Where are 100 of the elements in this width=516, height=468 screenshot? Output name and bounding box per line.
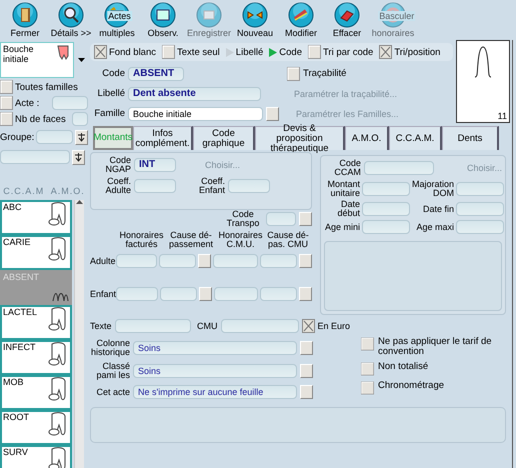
text-area[interactable] <box>90 407 506 443</box>
toolbar-button[interactable]: Actes multiples <box>94 2 140 40</box>
triangle-icon <box>269 48 278 56</box>
field-label: Nb de faces <box>15 114 66 124</box>
act-list-item[interactable]: LACTEL <box>0 305 72 340</box>
field-label: Classé pami les <box>95 362 130 380</box>
text-area[interactable] <box>324 241 502 311</box>
input-field[interactable] <box>213 254 258 268</box>
pencil-icon <box>288 2 314 28</box>
input-field[interactable] <box>72 112 88 126</box>
field-label: Age mini <box>324 222 360 232</box>
dropdown-field[interactable]: Ne s'imprime sur aucune feuille <box>133 385 297 399</box>
input-field[interactable]: INT <box>134 158 176 172</box>
tab[interactable]: Dents <box>442 126 499 150</box>
lookup-button[interactable] <box>300 385 313 399</box>
window-icon <box>150 2 176 28</box>
dropdown-field[interactable]: Soins <box>133 341 297 355</box>
checkbox[interactable] <box>361 381 374 395</box>
tab[interactable]: Infos complément. <box>133 126 193 150</box>
toolbar-button[interactable]: Effacer <box>324 2 370 40</box>
input-field[interactable] <box>52 96 88 110</box>
dropdown-field[interactable]: Soins <box>133 364 297 378</box>
input-field[interactable] <box>134 179 176 193</box>
input-field[interactable] <box>36 130 73 144</box>
lookup-button[interactable] <box>266 106 279 120</box>
checkbox[interactable] <box>361 362 374 376</box>
input-field[interactable] <box>364 161 434 175</box>
checkbox[interactable] <box>361 337 374 351</box>
lookup-button[interactable] <box>198 287 212 301</box>
input-field[interactable] <box>260 254 297 268</box>
field-label: Age maxi <box>415 222 454 232</box>
checkbox-label: Ne pas appliquer le tarif de convention <box>378 337 493 357</box>
act-list-item[interactable]: MOB <box>0 375 72 410</box>
input-field[interactable] <box>160 287 197 301</box>
input-field[interactable] <box>228 179 270 193</box>
family-dropdown[interactable]: Bouche initiale <box>0 42 74 78</box>
input-field[interactable] <box>116 287 158 301</box>
input-field[interactable]: ABSENT <box>128 66 184 80</box>
checkbox[interactable] <box>379 45 392 59</box>
toolbar-button[interactable]: Fermer <box>2 2 48 40</box>
door-icon <box>12 2 38 28</box>
field-label: Acte : <box>15 98 40 108</box>
tooth-icon <box>55 44 71 60</box>
checkbox[interactable] <box>0 80 13 94</box>
scroll-up-icon <box>76 200 83 204</box>
input-field[interactable] <box>220 319 298 333</box>
button-caption: Basculer <box>378 11 416 21</box>
input-field[interactable] <box>260 287 298 301</box>
checkbox[interactable] <box>94 45 107 59</box>
toolbar-button[interactable]: Modifier <box>278 2 324 40</box>
field-label: Code Transpo <box>226 210 260 228</box>
lookup-button[interactable] <box>198 254 212 268</box>
lookup-button[interactable] <box>299 212 312 226</box>
input-field[interactable]: Dent absente <box>128 86 261 100</box>
eraser-icon <box>334 2 360 28</box>
input-field[interactable] <box>266 212 296 226</box>
lookup-button[interactable] <box>300 341 313 355</box>
act-list-item[interactable]: ROOT <box>0 410 72 445</box>
checkbox[interactable] <box>0 112 13 126</box>
tab[interactable]: A.M.O. <box>345 126 389 150</box>
input-field[interactable] <box>362 182 410 196</box>
input-field[interactable] <box>456 202 504 216</box>
checkbox[interactable] <box>287 66 300 80</box>
toolbar-button[interactable]: Détails >> <box>48 2 94 40</box>
sort-option[interactable]: Code <box>269 46 302 58</box>
act-list-item[interactable]: CARIE <box>0 235 72 270</box>
checkbox[interactable] <box>302 319 314 333</box>
column-header: Honoraires C.M.U. <box>217 231 264 249</box>
input-field[interactable] <box>214 287 258 301</box>
act-list-item[interactable]: SURV <box>0 445 72 468</box>
input-field[interactable] <box>456 220 504 234</box>
input-field[interactable]: Bouche initiale <box>128 106 263 120</box>
option-label: Fond blanc <box>109 46 156 58</box>
lookup-button[interactable] <box>300 364 313 378</box>
checkbox[interactable] <box>308 45 321 59</box>
list-header: A.M.O. <box>50 186 85 198</box>
sort-button[interactable] <box>75 130 88 144</box>
lookup-button[interactable] <box>299 254 312 268</box>
checkbox[interactable] <box>0 96 13 110</box>
lookup-button[interactable] <box>299 287 312 301</box>
input-field[interactable] <box>362 220 410 234</box>
tab[interactable]: Code graphique <box>193 126 255 150</box>
scrollbar[interactable] <box>74 200 84 468</box>
input-field[interactable] <box>116 254 158 268</box>
input-field[interactable] <box>159 254 196 268</box>
tab[interactable]: C.C.A.M. <box>389 126 442 150</box>
toolbar-button[interactable]: Nouveau <box>232 2 278 40</box>
sort-option[interactable]: Libellé <box>226 46 264 58</box>
checkbox[interactable] <box>162 45 176 59</box>
field-label: Date fin <box>422 204 454 214</box>
input-field[interactable] <box>115 319 191 333</box>
toolbar-button[interactable]: Observ. <box>140 2 186 40</box>
act-list-item[interactable]: INFECT <box>0 340 72 375</box>
field-label: Code NGAP <box>104 156 131 174</box>
field-label: Coeff. Enfant <box>198 177 225 195</box>
act-list-item[interactable]: ABC <box>0 200 72 235</box>
sort-button[interactable] <box>72 150 85 164</box>
input-field[interactable] <box>362 202 410 216</box>
input-field[interactable] <box>0 150 70 164</box>
input-field[interactable] <box>456 182 504 196</box>
